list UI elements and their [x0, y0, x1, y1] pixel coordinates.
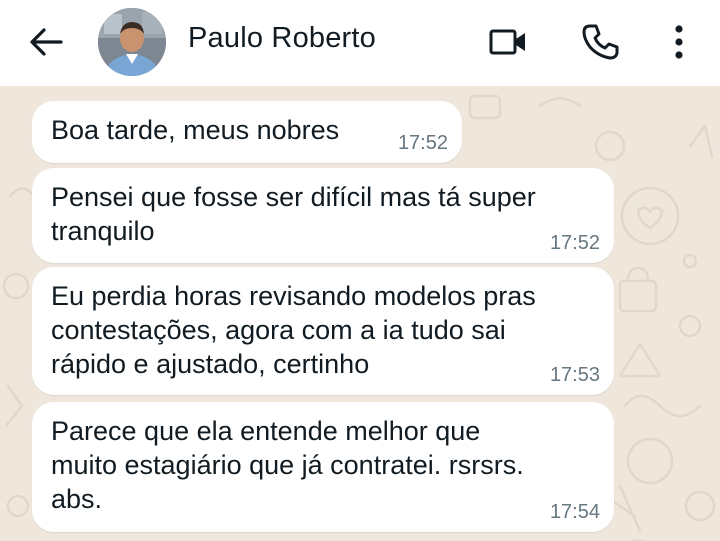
voice-call-button[interactable]: [578, 20, 622, 64]
video-camera-icon: [489, 29, 525, 55]
contact-name[interactable]: Paulo Roberto: [188, 22, 376, 55]
arrow-left-icon: [30, 28, 63, 56]
message-time: 17:52: [549, 232, 600, 254]
chat-header: Paulo Roberto: [0, 0, 720, 86]
back-button[interactable]: [26, 24, 66, 60]
message-text: Parece que ela entende melhor que muito …: [51, 416, 524, 514]
video-call-button[interactable]: [486, 24, 530, 60]
chat-area[interactable]: Boa tarde, meus nobres 17:52 Pensei que …: [0, 86, 720, 541]
message-time: 17:53: [549, 364, 600, 386]
more-options-button[interactable]: [664, 20, 694, 64]
profile-photo: [98, 8, 166, 76]
more-vertical-icon: [675, 25, 683, 59]
message-text: Eu perdia horas revisando modelos pras c…: [51, 281, 536, 379]
message-text: Boa tarde, meus nobres: [51, 115, 340, 145]
message-bubble[interactable]: Boa tarde, meus nobres 17:52: [32, 101, 462, 163]
phone-icon: [582, 24, 619, 60]
message-bubble[interactable]: Pensei que fosse ser difícil mas tá supe…: [32, 168, 614, 263]
message-time: 17:52: [397, 132, 448, 154]
message-bubble[interactable]: Eu perdia horas revisando modelos pras c…: [32, 267, 614, 395]
avatar[interactable]: [98, 8, 166, 76]
message-time: 17:54: [549, 501, 600, 523]
message-text: Pensei que fosse ser difícil mas tá supe…: [51, 182, 536, 246]
message-bubble[interactable]: Parece que ela entende melhor que muito …: [32, 402, 614, 532]
